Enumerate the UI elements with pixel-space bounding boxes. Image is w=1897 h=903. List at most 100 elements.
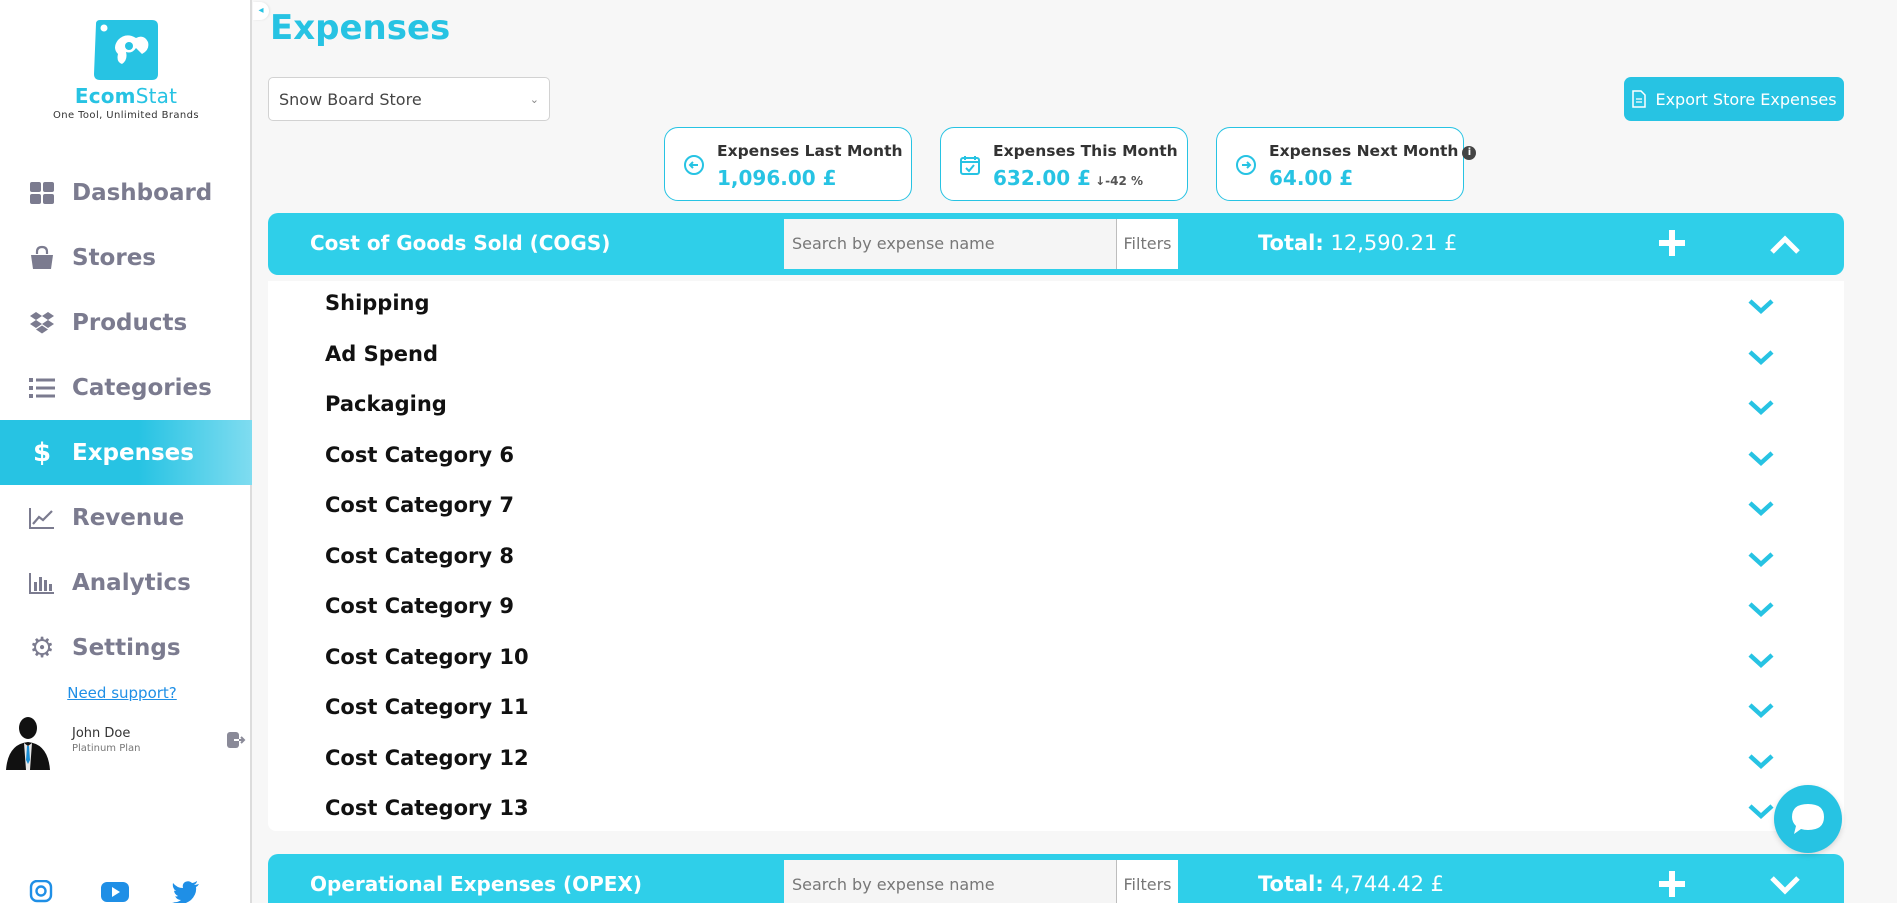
stat-value: 632.00 £	[993, 166, 1092, 190]
instagram-icon[interactable]	[28, 879, 56, 903]
export-label: Export Store Expenses	[1655, 89, 1837, 109]
brand-name: EcomStat	[0, 84, 252, 108]
sidebar-item-revenue[interactable]: Revenue	[0, 485, 252, 550]
chevron-down-icon[interactable]	[1747, 598, 1775, 620]
list-item[interactable]: Cost Category 6	[325, 435, 1815, 485]
sidebar-item-expenses[interactable]: $ Expenses	[0, 420, 252, 485]
stat-card-next-month: Expenses Next Month i 64.00 £	[1216, 127, 1477, 201]
total-label: Total:	[1258, 231, 1324, 255]
add-expense-button[interactable]	[1656, 227, 1688, 259]
info-icon[interactable]: i	[1462, 146, 1477, 160]
export-store-expenses-button[interactable]: Export Store Expenses	[1624, 77, 1844, 121]
chevron-down-icon[interactable]	[1747, 346, 1775, 368]
stat-value: 64.00 £	[1269, 166, 1354, 190]
total-value: 4,744.42 £	[1330, 872, 1445, 896]
filters-button[interactable]: Filters	[1116, 860, 1178, 903]
chevron-down-icon[interactable]	[1747, 699, 1775, 721]
chat-bubble-icon	[1792, 804, 1824, 834]
grid-icon	[28, 179, 56, 207]
list-item[interactable]: Ad Spend	[325, 334, 1815, 384]
section-total: Total: 4,744.42 £	[1258, 872, 1444, 896]
stat-delta: ↓-42 %	[1095, 174, 1143, 188]
expand-section-icon[interactable]	[1768, 872, 1802, 898]
category-label: Shipping	[325, 291, 430, 315]
collapse-sidebar-button[interactable]: ◂	[253, 2, 269, 20]
avatar[interactable]	[0, 710, 56, 770]
chevron-down-icon[interactable]	[1747, 750, 1775, 772]
section-title: Operational Expenses (OPEX)	[310, 872, 642, 896]
calendar-check-icon	[960, 156, 980, 175]
add-expense-button[interactable]	[1656, 868, 1688, 900]
sidebar: EcomStat One Tool, Unlimited Brands Dash…	[0, 0, 252, 903]
category-label: Cost Category 7	[325, 493, 514, 517]
youtube-icon[interactable]	[100, 880, 129, 903]
chevron-down-icon[interactable]	[1747, 649, 1775, 671]
category-label: Cost Category 9	[325, 594, 514, 618]
arrow-down-icon: ↓	[1095, 174, 1106, 188]
chevron-down-icon[interactable]	[1747, 447, 1775, 469]
list-item[interactable]: Cost Category 7	[325, 485, 1815, 535]
logout-icon[interactable]	[226, 730, 246, 750]
need-support-link[interactable]: Need support?	[0, 684, 244, 702]
section-total: Total: 12,590.21 £	[1258, 231, 1457, 255]
sidebar-item-label: Stores	[72, 244, 156, 271]
filters-button[interactable]: Filters	[1116, 219, 1178, 269]
store-select[interactable]: Snow Board Store ⌄	[268, 77, 550, 121]
category-label: Cost Category 12	[325, 746, 529, 770]
list-item[interactable]: Cost Category 12	[325, 738, 1815, 788]
user-name: John Doe	[72, 726, 131, 741]
brand-name-light: Stat	[135, 84, 178, 108]
chevron-down-icon[interactable]	[1747, 396, 1775, 418]
sidebar-item-label: Products	[72, 309, 188, 336]
collapse-section-icon[interactable]	[1768, 231, 1802, 257]
chat-button[interactable]	[1774, 785, 1842, 853]
sidebar-item-stores[interactable]: Stores	[0, 225, 252, 290]
list-item[interactable]: Packaging	[325, 384, 1815, 434]
list-item[interactable]: Cost Category 8	[325, 536, 1815, 586]
stat-label: Expenses Last Month	[717, 142, 903, 160]
category-label: Cost Category 11	[325, 695, 529, 719]
search-input[interactable]: Search by expense name	[784, 860, 1116, 903]
expense-search: Search by expense name Filters	[784, 860, 1178, 903]
twitter-icon[interactable]	[172, 880, 200, 903]
sidebar-item-dashboard[interactable]: Dashboard	[0, 160, 252, 225]
shopping-bag-icon	[28, 244, 56, 272]
gear-icon: ⚙	[29, 631, 55, 664]
list-item[interactable]: Cost Category 11	[325, 687, 1815, 737]
chevron-down-icon[interactable]	[1747, 548, 1775, 570]
brand-logo[interactable]: EcomStat One Tool, Unlimited Brands	[0, 18, 252, 121]
chevron-down-icon[interactable]	[1747, 497, 1775, 519]
sidebar-item-categories[interactable]: Categories	[0, 355, 252, 420]
category-label: Ad Spend	[325, 342, 438, 366]
sidebar-item-products[interactable]: Products	[0, 290, 252, 355]
chevron-down-icon[interactable]	[1747, 295, 1775, 317]
bar-chart-icon	[28, 569, 56, 597]
sidebar-item-label: Expenses	[72, 439, 194, 466]
list-item[interactable]: Cost Category 13	[325, 788, 1815, 838]
store-select-value: Snow Board Store	[279, 89, 422, 109]
category-label: Cost Category 10	[325, 645, 529, 669]
stat-value-row: 632.00 £ ↓-42 %	[993, 166, 1143, 190]
stat-label: Expenses This Month	[993, 142, 1178, 160]
list-item[interactable]: Cost Category 10	[325, 637, 1815, 687]
category-label: Cost Category 13	[325, 796, 529, 820]
user-card: John Doe Platinum Plan	[0, 710, 250, 770]
sidebar-item-label: Settings	[72, 634, 181, 661]
dollar-icon: $	[32, 437, 52, 468]
search-input[interactable]: Search by expense name	[784, 219, 1116, 269]
section-header-cogs: Cost of Goods Sold (COGS) Search by expe…	[268, 213, 1844, 275]
section-title: Cost of Goods Sold (COGS)	[310, 231, 611, 255]
expense-search: Search by expense name Filters	[784, 219, 1178, 269]
stat-card-last-month: Expenses Last Month 1,096.00 £	[664, 127, 912, 201]
list-item[interactable]: Cost Category 9	[325, 586, 1815, 636]
total-value: 12,590.21 £	[1330, 231, 1458, 255]
sidebar-item-label: Categories	[72, 374, 212, 401]
chevron-down-icon[interactable]	[1747, 800, 1775, 822]
list-item[interactable]: Shipping	[325, 283, 1815, 333]
stat-card-this-month: Expenses This Month 632.00 £ ↓-42 %	[940, 127, 1188, 201]
sidebar-item-analytics[interactable]: Analytics	[0, 550, 252, 615]
file-icon	[1632, 90, 1647, 108]
brand-name-bold: Ecom	[74, 84, 136, 108]
category-label: Cost Category 8	[325, 544, 514, 568]
sidebar-item-settings[interactable]: ⚙ Settings	[0, 615, 252, 680]
